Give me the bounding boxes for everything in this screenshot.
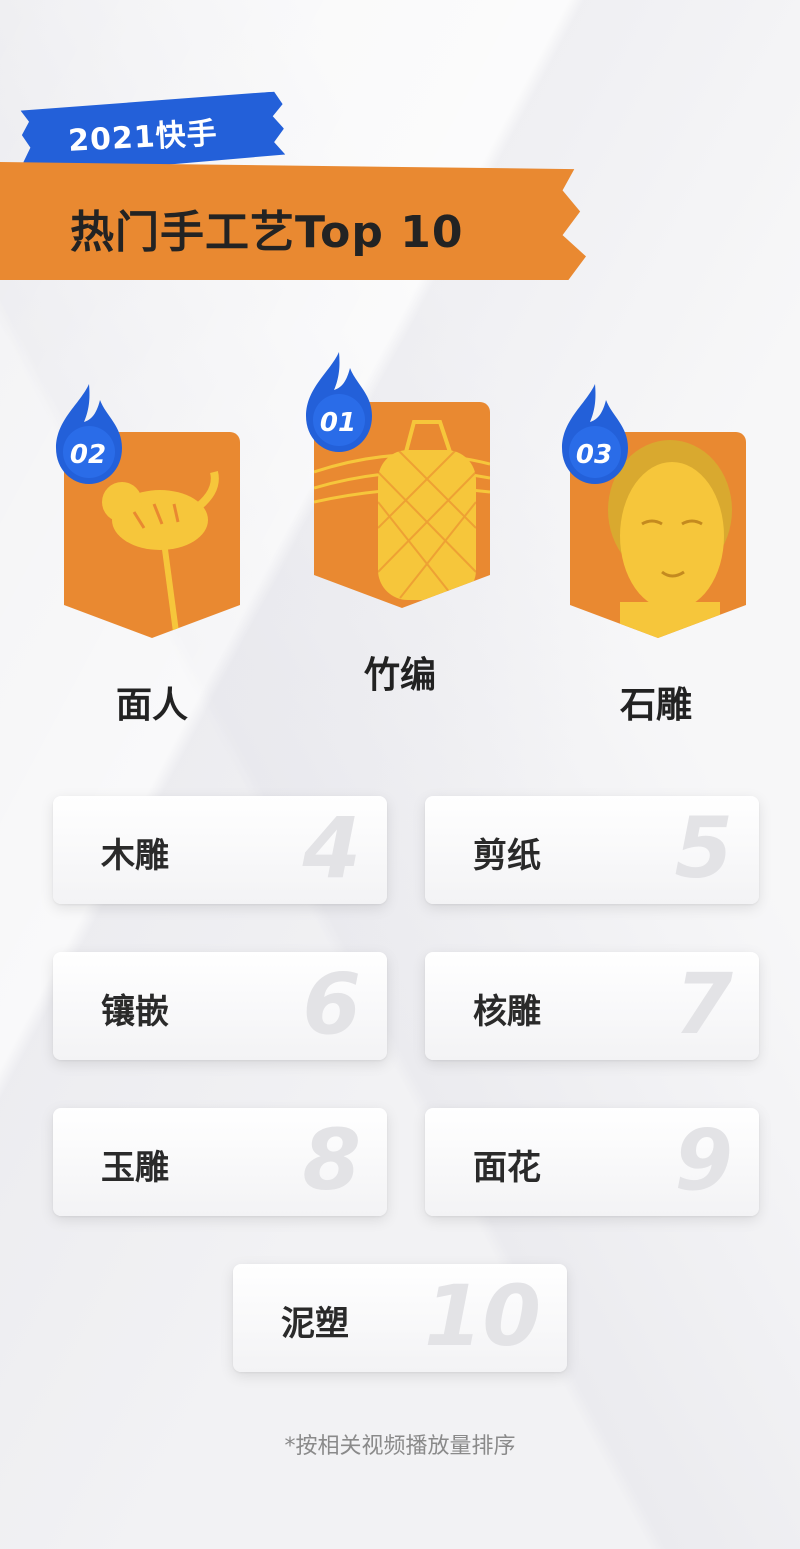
card-name: 泥塑 — [281, 1304, 349, 1344]
flame-badge-icon — [300, 350, 378, 454]
year-label: 2021快手 — [67, 116, 219, 159]
footnote: *按相关视频播放量排序 — [284, 1434, 516, 1459]
card-rank: 4 — [302, 799, 361, 897]
podium-card-rank-2: 02 面人 — [56, 384, 240, 726]
card-name: 木雕 — [101, 836, 169, 876]
podium-card-rank-3: 03 石雕 — [562, 384, 746, 726]
ranking-card-7: 7 核雕 — [425, 952, 759, 1060]
podium-rank: 02 — [69, 440, 107, 470]
podium-name: 面人 — [115, 685, 188, 726]
flame-badge-icon — [556, 382, 634, 486]
podium-card-rank-1: 01 竹编 — [306, 352, 490, 696]
card-name: 剪纸 — [473, 836, 541, 876]
card-rank: 5 — [674, 799, 733, 897]
ranking-card-5: 5 剪纸 — [425, 796, 759, 904]
ranking-card-6: 6 镶嵌 — [53, 952, 387, 1060]
podium-name: 石雕 — [619, 685, 692, 726]
flame-badge-icon — [50, 382, 128, 486]
ranking-card-4: 4 木雕 — [53, 796, 387, 904]
card-rank: 10 — [424, 1267, 541, 1365]
card-name: 镶嵌 — [101, 992, 169, 1032]
page-title: 热门手工艺Top 10 — [70, 207, 464, 258]
podium-name: 竹编 — [363, 655, 436, 696]
card-name: 面花 — [473, 1148, 541, 1188]
card-name: 核雕 — [473, 992, 541, 1032]
ranking-card-8: 8 玉雕 — [53, 1108, 387, 1216]
podium-rank: 03 — [575, 440, 613, 470]
ranking-card-9: 9 面花 — [425, 1108, 759, 1216]
card-rank: 7 — [674, 955, 733, 1053]
card-rank: 8 — [302, 1111, 361, 1209]
card-name: 玉雕 — [101, 1148, 169, 1188]
ranking-card-10: 10 泥塑 — [233, 1264, 567, 1372]
card-rank: 9 — [674, 1111, 733, 1209]
card-rank: 6 — [302, 955, 361, 1053]
podium-rank: 01 — [319, 408, 357, 438]
